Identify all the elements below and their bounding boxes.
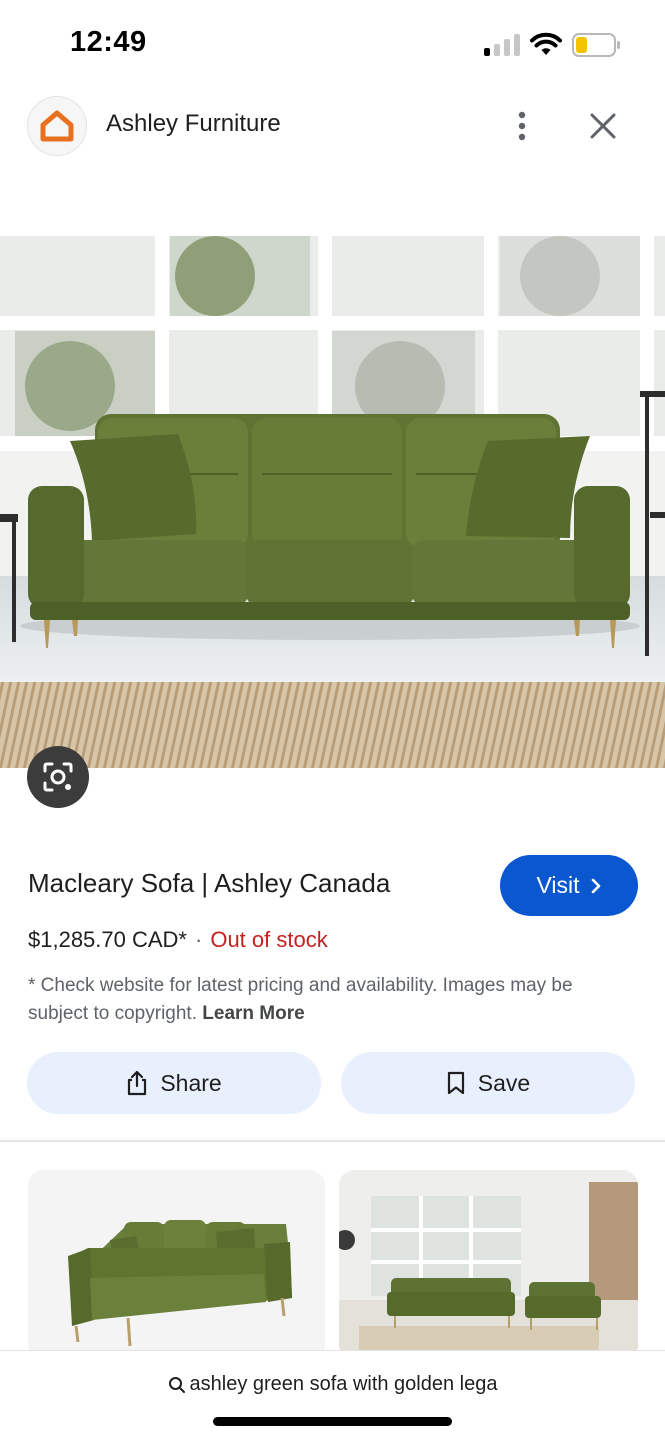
status-time: 12:49 — [70, 26, 147, 58]
status-bar: 12:49 — [0, 0, 665, 88]
cellular-signal-icon — [484, 34, 520, 56]
price: $1,285.70 CAD* — [28, 927, 187, 952]
house-icon — [40, 110, 74, 142]
bottom-search-bar[interactable]: ashley green sofa with golden lega — [0, 1350, 665, 1440]
price-line: $1,285.70 CAD* · Out of stock — [28, 927, 328, 953]
stock-status: Out of stock — [210, 927, 328, 952]
more-options-button[interactable] — [500, 104, 544, 148]
lens-icon — [43, 762, 73, 792]
sofa-product-thumbnail — [28, 1170, 325, 1360]
google-lens-button[interactable] — [27, 746, 89, 808]
share-icon — [128, 1070, 147, 1096]
close-icon — [590, 113, 616, 139]
wifi-icon — [530, 32, 562, 55]
chevron-right-icon — [591, 878, 600, 893]
share-label: Share — [160, 1069, 222, 1096]
room-scene-thumbnail — [339, 1170, 638, 1360]
search-query[interactable]: ashley green sofa with golden lega — [0, 1373, 665, 1396]
visit-label: Visit — [536, 872, 580, 898]
price-separator: · — [195, 927, 203, 952]
save-button[interactable]: Save — [341, 1052, 635, 1114]
visit-button[interactable]: Visit — [500, 855, 638, 916]
product-image[interactable] — [0, 236, 665, 768]
bookmark-icon — [447, 1071, 464, 1095]
battery-icon — [572, 33, 620, 57]
green-sofa-image — [0, 236, 665, 768]
search-icon — [168, 1376, 185, 1393]
site-name[interactable]: Ashley Furniture — [106, 110, 281, 138]
disclaimer: * Check website for latest pricing and a… — [28, 972, 638, 1028]
related-image-1[interactable] — [28, 1170, 325, 1360]
learn-more-link[interactable]: Learn More — [202, 1003, 304, 1024]
site-header: Ashley Furniture — [0, 88, 665, 168]
save-label: Save — [477, 1069, 531, 1096]
section-divider — [0, 1140, 665, 1142]
home-indicator[interactable] — [213, 1417, 452, 1426]
search-query-text: ashley green sofa with golden lega — [189, 1373, 498, 1395]
more-vert-icon — [518, 111, 526, 141]
site-logo[interactable] — [27, 96, 87, 156]
related-image-2[interactable] — [339, 1170, 638, 1360]
close-button[interactable] — [580, 104, 626, 148]
share-button[interactable]: Share — [27, 1052, 321, 1114]
product-title[interactable]: Macleary Sofa | Ashley Canada — [28, 868, 390, 899]
